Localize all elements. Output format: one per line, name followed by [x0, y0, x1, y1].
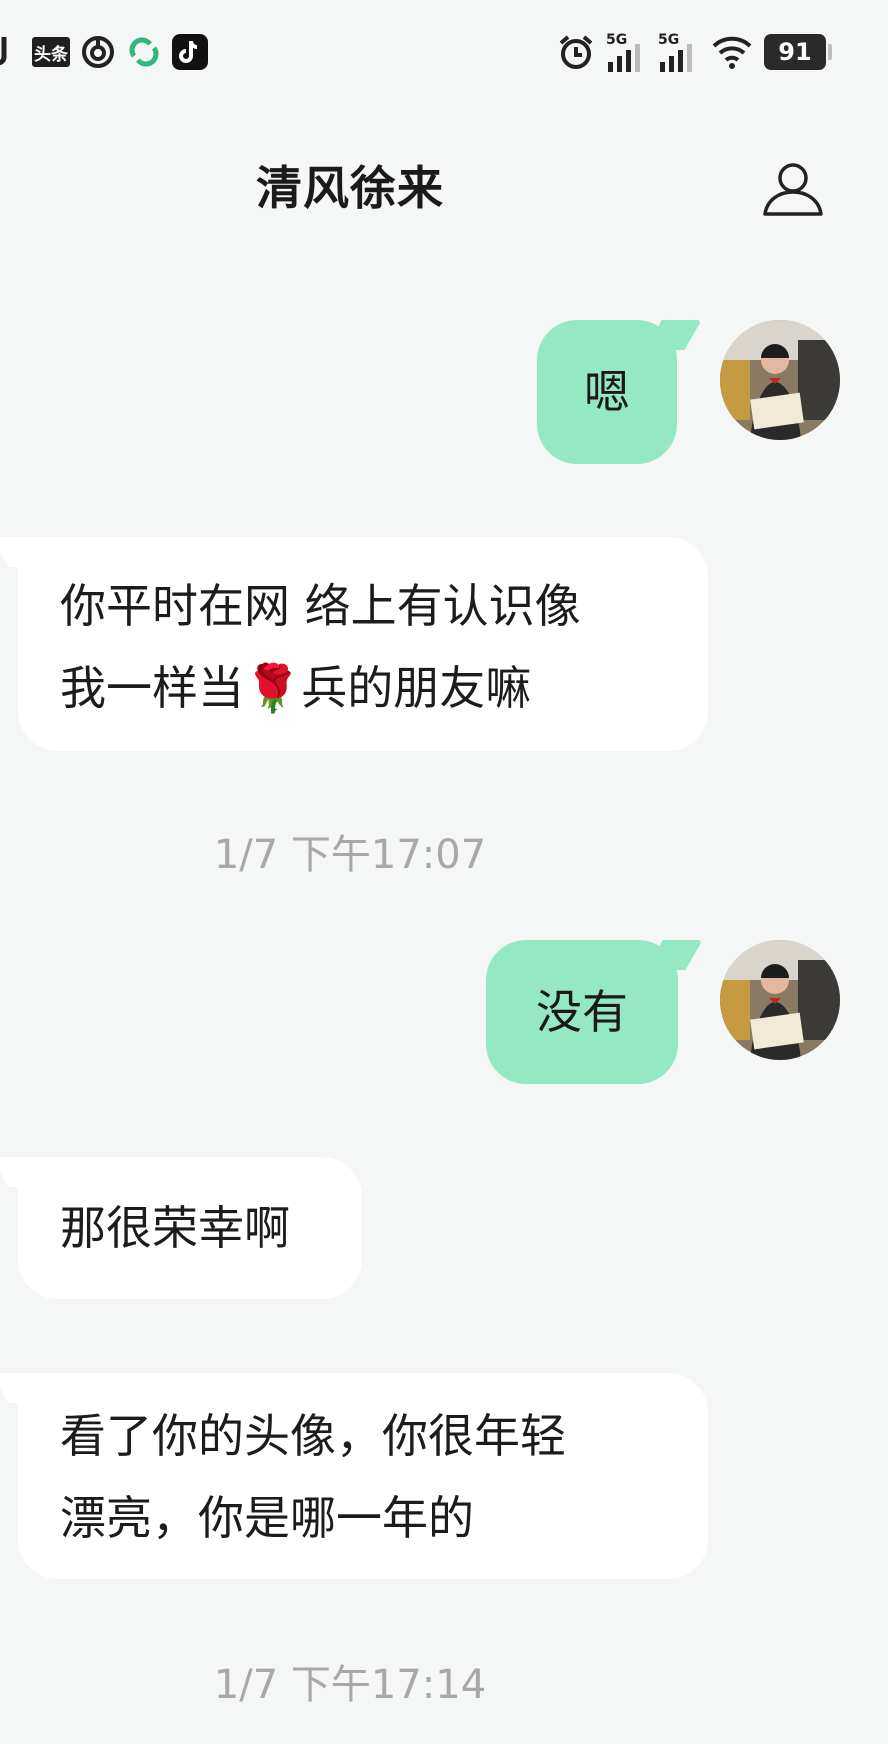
message-bubble[interactable]: 那很荣幸啊 — [18, 1157, 362, 1299]
alarm-clock-icon — [556, 30, 596, 74]
avatar[interactable] — [720, 320, 840, 440]
message-bubble[interactable]: 你平时在网 络上有认识像 我一样当🌹兵的朋友嘛 — [18, 537, 708, 751]
avatar[interactable] — [720, 940, 840, 1060]
person-outline-icon — [763, 163, 823, 216]
avatar-photo — [720, 940, 840, 1060]
message-outgoing: 没有 — [0, 938, 888, 1088]
message-incoming: 那很荣幸啊 — [0, 1157, 888, 1299]
timestamp: 1/7 下午17:07 — [213, 832, 487, 878]
message-incoming: 你平时在网 络上有认识像 我一样当🌹兵的朋友嘛 — [0, 537, 888, 751]
message-text: 嗯 — [584, 365, 630, 419]
message-bubble[interactable]: 看了你的头像，你很年轻 漂亮，你是哪一年的 — [18, 1373, 708, 1579]
chat-title: 清风徐来 — [256, 161, 444, 215]
message-bubble[interactable]: 嗯 — [537, 320, 677, 464]
netease-music-icon — [80, 30, 116, 74]
toutiao-icon: 头条 — [32, 37, 70, 67]
svg-text:5G: 5G — [606, 32, 627, 48]
battery-icon: 91 — [764, 34, 832, 70]
message-bubble[interactable]: 没有 — [486, 940, 678, 1084]
rose-emoji: 🌹 — [244, 661, 302, 715]
tiktok-icon — [0, 30, 20, 74]
message-text: 我一样当 — [60, 661, 244, 715]
profile-button[interactable] — [752, 148, 834, 230]
message-text: 那很荣幸啊 — [60, 1201, 290, 1255]
chat-header: 清风徐来 — [0, 104, 888, 254]
message-text: 没有 — [536, 985, 628, 1039]
wifi-icon — [710, 30, 754, 74]
status-bar: 头条 5G 5G 91 — [0, 0, 888, 104]
cellular-signal-icon: 5G — [656, 30, 700, 74]
cellular-signal-icon: 5G — [604, 30, 648, 74]
message-text-line: 你平时在网 络上有认识像 — [60, 579, 581, 633]
douyin-icon — [172, 34, 208, 70]
avatar-photo — [720, 320, 840, 440]
message-outgoing: 嗯 — [0, 318, 888, 468]
app-icon — [127, 30, 161, 74]
message-text-line: 看了你的头像，你很年轻 — [60, 1409, 566, 1463]
timestamp: 1/7 下午17:14 — [213, 1662, 487, 1708]
message-text: 兵的朋友嘛 — [301, 661, 532, 715]
message-incoming: 看了你的头像，你很年轻 漂亮，你是哪一年的 — [0, 1373, 888, 1579]
message-text-line: 我一样当🌹兵的朋友嘛 — [60, 647, 668, 729]
svg-text:5G: 5G — [658, 32, 679, 48]
message-text-line: 漂亮，你是哪一年的 — [60, 1491, 474, 1545]
